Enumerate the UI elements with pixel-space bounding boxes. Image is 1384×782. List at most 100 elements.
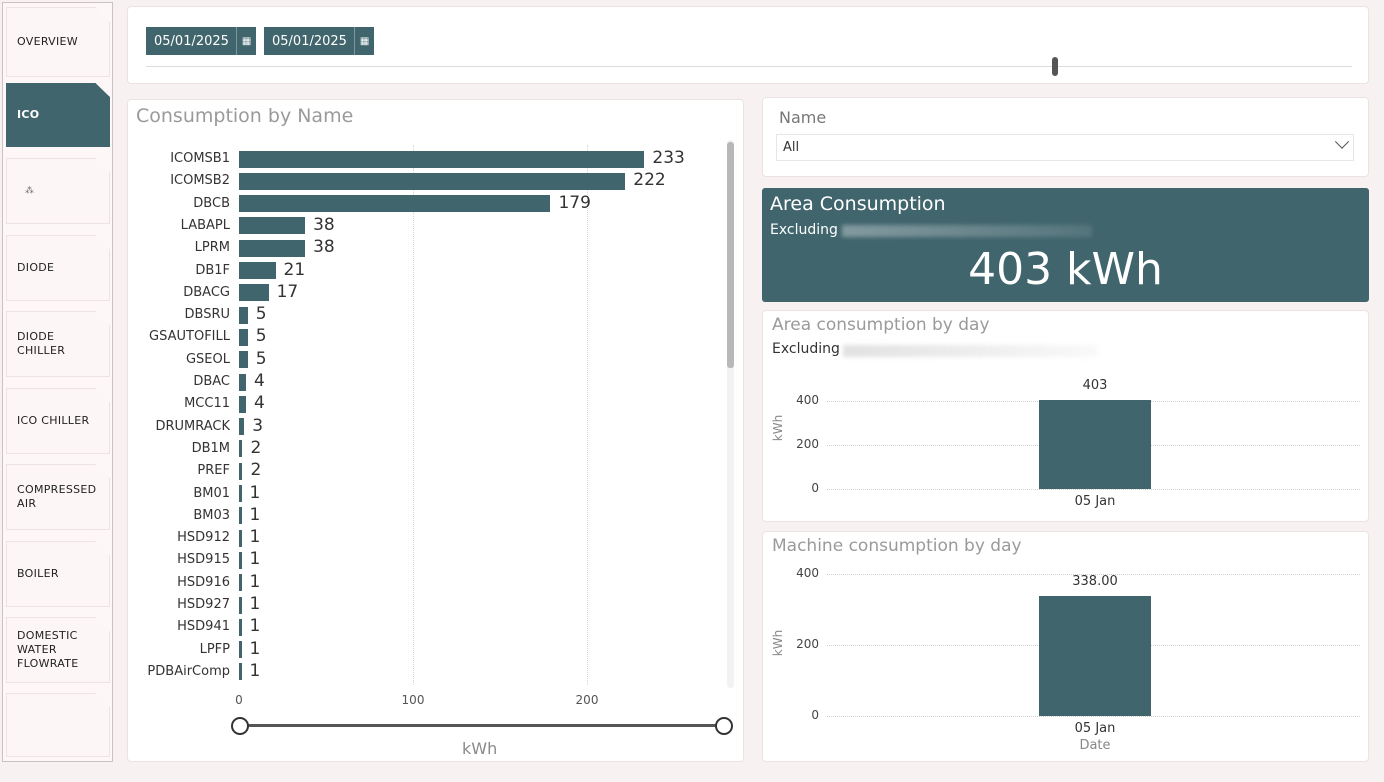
bar — [239, 462, 243, 480]
data-label: 2 — [250, 460, 262, 481]
name-dropdown[interactable]: All — [776, 134, 1354, 161]
bar — [239, 418, 245, 436]
bar — [1039, 400, 1151, 489]
nav-item-ico[interactable]: ICO — [6, 83, 110, 147]
calendar-icon[interactable]: ▦ — [354, 27, 374, 55]
page-navigation-sidebar: OVERVIEW ICO ⁂ DIODE DIODE CHILLER ICO C… — [2, 2, 113, 762]
y-category-label: DBACG — [183, 284, 230, 300]
bar — [239, 507, 242, 525]
bar — [239, 150, 645, 168]
nav-item-diode[interactable]: DIODE — [6, 235, 110, 301]
nav-item-compressed-air[interactable]: COMPRESSED AIR — [6, 464, 110, 530]
chart-scrollbar[interactable] — [727, 140, 734, 688]
date-slider-handle[interactable] — [1052, 57, 1058, 76]
bar — [239, 373, 246, 391]
y-category-label: DB1M — [191, 440, 230, 456]
bar — [239, 284, 269, 302]
data-label: 1 — [249, 504, 261, 525]
y-category-label: HSD941 — [177, 619, 230, 635]
chart-scrollbar-thumb[interactable] — [727, 142, 734, 368]
gridline — [587, 145, 588, 685]
end-date-input[interactable]: 05/01/2025 ▦ — [264, 27, 374, 55]
start-date-input[interactable]: 05/01/2025 ▦ — [146, 27, 256, 55]
machine-day-bar-chart: 0 200 400 kWh 338.00 05 Jan Date — [763, 532, 1370, 763]
consumption-bar-chart: 0 100 200 ICOMSB1 233 ICOMSB2 222 DBCB 179 LABAPL… — [128, 100, 728, 707]
consumption-by-name-panel: Consumption by Name 0 100 200 ICOMSB1 233 ICO… — [127, 99, 744, 762]
nav-item-label: COMPRESSED AIR — [17, 483, 97, 510]
x-tick-label: 0 — [235, 693, 243, 707]
data-label: 5 — [255, 348, 267, 369]
data-label: 1 — [249, 482, 261, 503]
calendar-icon[interactable]: ▦ — [236, 27, 256, 55]
y-category-label: DBAC — [193, 374, 230, 389]
end-date-value: 05/01/2025 — [272, 33, 347, 49]
nav-item-empty[interactable] — [6, 693, 110, 757]
y-category-label: DBSRU — [184, 307, 231, 323]
redacted-text — [842, 225, 1092, 237]
y-tick-label: 0 — [811, 481, 819, 495]
machine-consumption-by-day-panel: Machine consumption by day 0 200 400 kWh 338… — [762, 531, 1369, 762]
data-label: 1 — [249, 549, 261, 570]
gridline — [827, 489, 1360, 490]
y-category-label: HSD927 — [177, 597, 230, 612]
y-category-label: HSD915 — [177, 552, 230, 568]
bar — [239, 262, 276, 279]
chevron-down-icon[interactable] — [1334, 134, 1350, 149]
card-subtitle: Excluding — [770, 222, 838, 238]
data-label: 38 — [313, 214, 335, 235]
date-slider-track[interactable] — [146, 66, 1352, 67]
nav-item-domestic-water-flowrate[interactable]: DOMESTIC WATER FLOWRATE — [6, 617, 110, 683]
nav-item-label: BOILER — [17, 567, 59, 580]
y-category-label: PDBAirComp — [147, 663, 230, 679]
data-label: 21 — [283, 259, 306, 280]
zoom-slider-track[interactable] — [239, 724, 723, 727]
bar — [239, 239, 306, 257]
bar — [239, 172, 626, 190]
area-consumption-card: Area Consumption Excluding 403 kWh — [762, 188, 1369, 302]
data-label: 1 — [249, 616, 261, 637]
x-tick-label: 200 — [575, 693, 599, 707]
nav-item-blank[interactable]: ⁂ — [6, 158, 110, 224]
zoom-slider-end-handle[interactable] — [715, 717, 733, 735]
nav-item-label: ICO — [17, 108, 40, 121]
nav-item-ico-chiller[interactable]: ICO CHILLER — [6, 388, 110, 454]
bar — [239, 596, 242, 614]
x-tick-label: 100 — [401, 693, 425, 707]
nav-item-boiler[interactable]: BOILER — [6, 541, 110, 607]
y-tick-label: 200 — [796, 637, 819, 651]
x-category-label: 05 Jan — [1074, 721, 1116, 736]
slicer-title: Name — [779, 108, 827, 127]
dropdown-selected-value: All — [783, 140, 800, 155]
gridline — [413, 145, 414, 685]
bar — [239, 351, 248, 369]
area-day-bar-chart: 0 200 400 kWh 403 05 Jan — [763, 311, 1370, 523]
start-date-value: 05/01/2025 — [154, 33, 229, 49]
x-category-label: 05 Jan — [1074, 494, 1116, 509]
bar — [239, 641, 242, 659]
y-category-label: DB1F — [195, 262, 230, 278]
data-label: 5 — [255, 304, 267, 325]
nav-item-diode-chiller[interactable]: DIODE CHILLER — [6, 311, 110, 377]
small-logo-icon: ⁂ — [25, 186, 35, 196]
data-label: 179 — [558, 192, 591, 213]
y-tick-label: 200 — [796, 437, 819, 451]
y-category-label: HSD912 — [177, 530, 230, 546]
data-label: 5 — [255, 326, 267, 347]
y-category-label: DBCB — [193, 195, 230, 211]
nav-item-overview[interactable]: OVERVIEW — [6, 7, 110, 77]
data-label: 1 — [249, 571, 261, 592]
card-title: Area Consumption — [770, 193, 946, 215]
data-label: 222 — [633, 170, 666, 191]
y-category-label: PREF — [197, 463, 230, 479]
y-axis-title: kWh — [771, 414, 786, 442]
zoom-slider-start-handle[interactable] — [231, 717, 249, 735]
y-category-label: GSAUTOFILL — [149, 329, 230, 345]
data-label: 403 — [1082, 378, 1108, 394]
bar — [239, 574, 242, 592]
data-label: 233 — [652, 148, 685, 168]
bar — [239, 328, 248, 346]
y-tick-label: 0 — [811, 708, 819, 722]
bar — [239, 663, 242, 681]
data-label: 338.00 — [1072, 574, 1118, 589]
bar — [239, 440, 243, 458]
